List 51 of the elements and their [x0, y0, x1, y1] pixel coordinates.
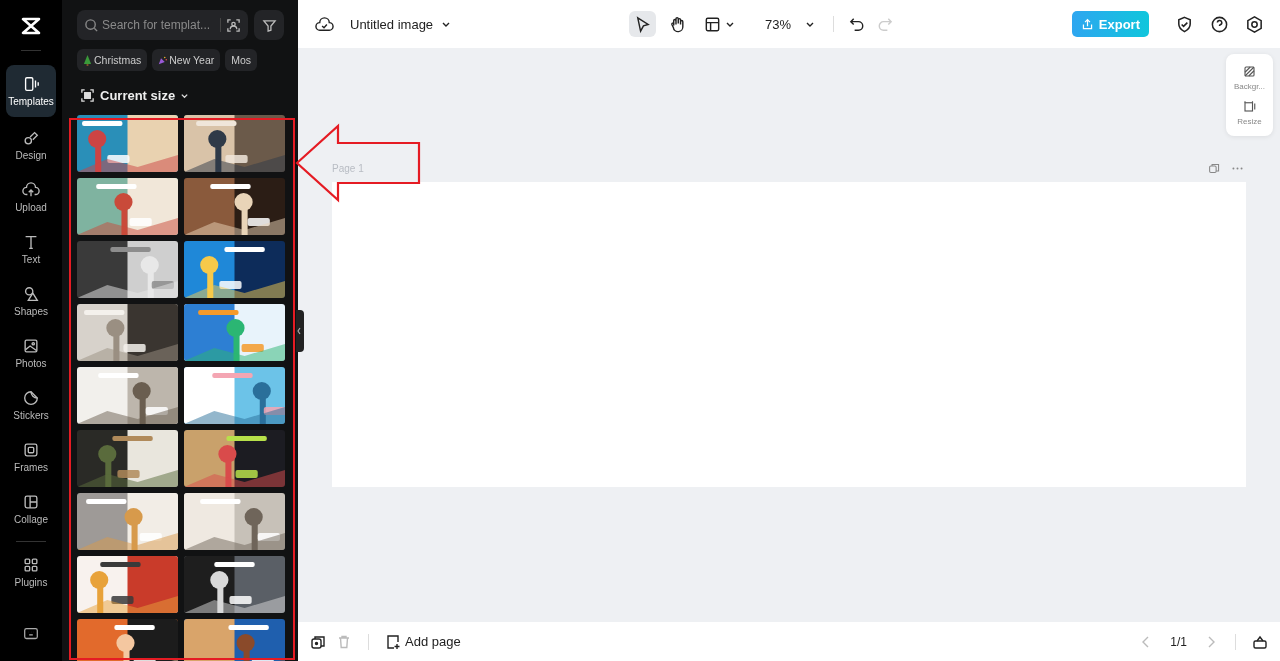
- document-title[interactable]: Untitled image: [350, 16, 434, 32]
- image-icon[interactable]: [22, 337, 40, 355]
- frame-icon[interactable]: [22, 441, 40, 459]
- category-chip[interactable]: New Year: [152, 49, 221, 71]
- sidebar-tab[interactable]: Upload: [6, 173, 56, 221]
- add-page-icon: [385, 633, 401, 650]
- shapes-icon[interactable]: [22, 285, 40, 303]
- settings-icon[interactable]: [1245, 14, 1264, 34]
- hatched-square-icon: [1242, 64, 1257, 79]
- category-chip[interactable]: Christmas: [77, 49, 148, 71]
- grid-icon[interactable]: [22, 556, 40, 574]
- shield-check-icon[interactable]: [1175, 14, 1194, 34]
- party-popper-icon: [158, 54, 168, 66]
- phone-layout-icon[interactable]: [22, 75, 40, 93]
- brush-icon[interactable]: [22, 129, 40, 147]
- help-icon[interactable]: [1210, 14, 1229, 34]
- upload-icon[interactable]: [22, 181, 40, 199]
- side-tool-button[interactable]: Resize: [1226, 95, 1273, 130]
- zoom-dropdown[interactable]: 73%: [760, 16, 819, 32]
- side-tool-button[interactable]: Backgr...: [1226, 60, 1273, 95]
- sidebar-tab[interactable]: Text: [6, 225, 56, 273]
- size-dropdown[interactable]: Current size: [77, 88, 190, 103]
- duplicate-page-icon[interactable]: [310, 633, 326, 650]
- resize-icon: [1242, 99, 1257, 114]
- share-icon: [1080, 17, 1094, 31]
- sidebar-tab[interactable]: Frames: [6, 433, 56, 481]
- image-search-icon[interactable]: [226, 18, 241, 33]
- collage-icon[interactable]: [22, 493, 40, 511]
- sidebar-tab[interactable]: Stickers: [6, 381, 56, 429]
- add-page-button[interactable]: Add page: [385, 633, 461, 650]
- sidebar-tab[interactable]: Shapes: [6, 277, 56, 325]
- sidebar-tab[interactable]: Photos: [6, 329, 56, 377]
- filter-button[interactable]: [254, 10, 284, 40]
- sidebar-tab[interactable]: Design: [6, 121, 56, 169]
- chevron-down-icon: [180, 91, 190, 100]
- sidebar-tab[interactable]: Templates: [6, 65, 56, 117]
- collapse-pages-icon[interactable]: [1252, 633, 1268, 650]
- tree-icon: [83, 54, 92, 66]
- search-field[interactable]: Search for templat...: [77, 10, 248, 40]
- sidebar-tab[interactable]: Collage: [6, 485, 56, 533]
- sidebar-tab[interactable]: Plugins: [6, 548, 56, 596]
- select-tool[interactable]: [628, 11, 656, 37]
- category-chip[interactable]: Mos: [225, 49, 258, 71]
- filter-icon: [261, 17, 277, 33]
- collapse-handle[interactable]: [296, 310, 304, 352]
- page-counter: 1/1: [1170, 634, 1187, 649]
- sticker-icon[interactable]: [22, 389, 40, 407]
- cloud-saved-icon[interactable]: [315, 14, 334, 34]
- duplicate-icon[interactable]: [1208, 161, 1221, 175]
- frame-size-icon: [80, 88, 95, 103]
- search-icon: [84, 18, 99, 33]
